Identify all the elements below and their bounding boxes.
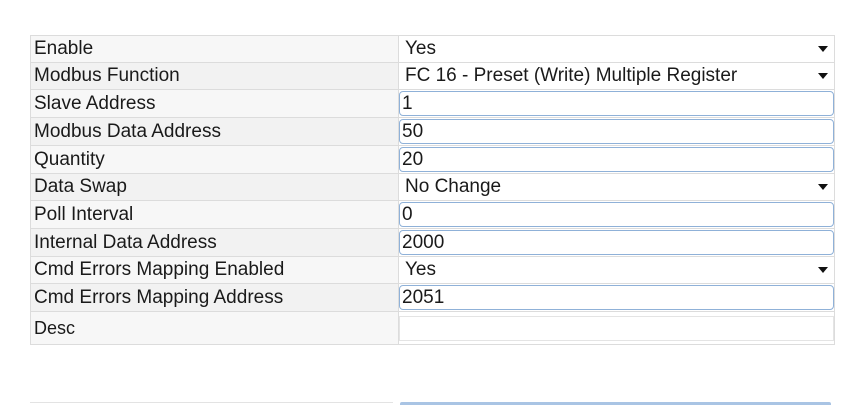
internal-data-address-input[interactable] [399, 230, 834, 255]
enable-select-value: Yes [405, 38, 436, 59]
quantity-label: Quantity [30, 145, 399, 174]
modbus-function-select[interactable]: FC 16 - Preset (Write) Multiple Register [399, 63, 834, 89]
divider [30, 402, 393, 403]
slave-address-label: Slave Address [30, 89, 399, 118]
cmd-errors-mapping-enabled-select[interactable]: Yes [399, 257, 834, 283]
row-internal-data-address: Internal Data Address [30, 228, 835, 257]
row-cmd-errors-mapping-address: Cmd Errors Mapping Address [30, 283, 835, 312]
modbus-data-address-input[interactable] [399, 119, 834, 144]
row-slave-address: Slave Address [30, 89, 835, 118]
cmd-errors-mapping-enabled-select-value: Yes [405, 259, 436, 280]
row-cmd-errors-mapping-enabled: Cmd Errors Mapping Enabled Yes [30, 256, 835, 284]
desc-input[interactable] [399, 315, 834, 341]
chevron-down-icon [818, 73, 828, 79]
data-swap-select[interactable]: No Change [399, 174, 834, 200]
internal-data-address-label: Internal Data Address [30, 228, 399, 257]
row-quantity: Quantity [30, 145, 835, 174]
modbus-function-select-value: FC 16 - Preset (Write) Multiple Register [405, 65, 738, 86]
enable-select[interactable]: Yes [399, 36, 834, 62]
row-modbus-function: Modbus Function FC 16 - Preset (Write) M… [30, 62, 835, 90]
data-swap-label: Data Swap [30, 173, 399, 201]
slave-address-input[interactable] [399, 91, 834, 116]
command-settings-table: Enable Yes Modbus Function FC 16 - Prese… [30, 35, 835, 345]
row-data-swap: Data Swap No Change [30, 173, 835, 201]
cmd-errors-mapping-address-label: Cmd Errors Mapping Address [30, 283, 399, 312]
poll-interval-label: Poll Interval [30, 200, 399, 229]
row-poll-interval: Poll Interval [30, 200, 835, 229]
poll-interval-input[interactable] [399, 202, 834, 227]
modbus-data-address-label: Modbus Data Address [30, 117, 399, 146]
desc-label: Desc [30, 311, 399, 345]
cmd-errors-mapping-enabled-label: Cmd Errors Mapping Enabled [30, 256, 399, 284]
data-swap-select-value: No Change [405, 176, 502, 197]
quantity-input[interactable] [399, 147, 834, 172]
chevron-down-icon [818, 46, 828, 52]
cmd-errors-mapping-address-input[interactable] [399, 285, 834, 310]
enable-label: Enable [30, 35, 399, 63]
chevron-down-icon [818, 267, 828, 273]
row-enable: Enable Yes [30, 35, 835, 63]
modbus-function-label: Modbus Function [30, 62, 399, 90]
row-modbus-data-address: Modbus Data Address [30, 117, 835, 146]
row-desc: Desc [30, 311, 835, 345]
chevron-down-icon [818, 184, 828, 190]
